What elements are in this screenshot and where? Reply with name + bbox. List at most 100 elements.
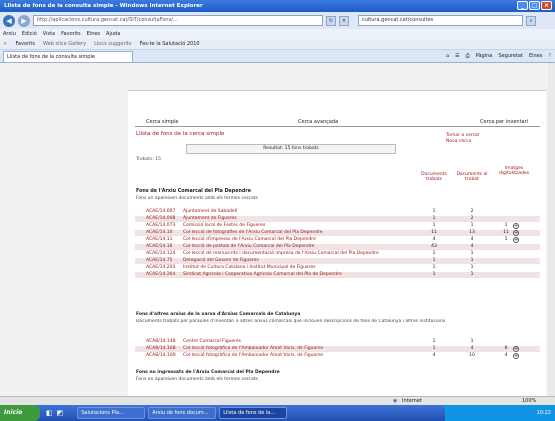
command-security[interactable]: Seguretat bbox=[498, 53, 523, 59]
documents-count: 4 bbox=[432, 353, 436, 358]
favorites-bar: ★ Favorits Web slice Gallery Llocs sugge… bbox=[0, 39, 555, 50]
fons-name-link[interactable]: Col·lecció fotogràfica de l'Ambaixador A… bbox=[183, 353, 323, 358]
search-input[interactable]: cultura.gencat.cat/consultes bbox=[358, 15, 523, 26]
documents-count: 43 bbox=[431, 244, 437, 249]
nav-advanced-search[interactable]: Cerca avançada bbox=[298, 119, 338, 125]
nav-simple-search[interactable]: Cerca simple bbox=[146, 119, 178, 125]
taskbar-item[interactable]: Llista de fons de la... bbox=[219, 407, 288, 419]
fons-code-link[interactable]: ACAE/14.008 bbox=[146, 216, 175, 221]
expand-icon[interactable]: + bbox=[513, 353, 519, 359]
page-heading: Llista de fons de la cerca simple bbox=[136, 131, 225, 137]
found-count: 1 bbox=[470, 339, 474, 344]
new-search-link[interactable]: Tornar a cercar bbox=[446, 133, 480, 138]
fons-name-link[interactable]: Sindicat Agrícola i Cooperativa Agrícola… bbox=[183, 272, 342, 277]
fons-code-link[interactable]: ACAB/14.168 bbox=[146, 346, 176, 351]
menu-help[interactable]: Ajuda bbox=[106, 31, 120, 37]
fons-code-link[interactable]: ACAE/14.10 bbox=[146, 230, 172, 235]
fons-name-link[interactable]: Comissió local de Festes de Figueres bbox=[183, 223, 265, 228]
forward-button[interactable]: ▶ bbox=[18, 14, 30, 27]
fons-name-link[interactable]: Ajuntament de Figueres bbox=[183, 216, 237, 221]
favorites-button[interactable]: Favorits bbox=[15, 41, 35, 47]
minimize-button[interactable]: _ bbox=[517, 1, 528, 10]
address-input[interactable]: http://aplicacions.cultura.gencat.cat/SI… bbox=[33, 15, 323, 26]
start-button[interactable]: Inicio bbox=[0, 405, 40, 421]
taskbar-item[interactable]: Salutacions Pla... bbox=[77, 407, 146, 419]
menu-file[interactable]: Arxiu bbox=[3, 31, 16, 37]
documents-count: 1 bbox=[432, 272, 436, 277]
fons-code-link[interactable]: ACAE/14.007 bbox=[146, 209, 175, 214]
maximize-button[interactable]: □ bbox=[529, 1, 540, 10]
fons-code-link[interactable]: ACAE/14.16 bbox=[146, 244, 172, 249]
expand-icon[interactable]: + bbox=[513, 237, 519, 243]
col-head-found: Documents al trobat bbox=[456, 172, 488, 182]
refresh-button[interactable]: ↻ bbox=[326, 15, 336, 26]
fons-code-link[interactable]: ACAE/14.203 bbox=[146, 265, 175, 270]
expand-icon[interactable]: + bbox=[513, 230, 519, 236]
home-icon[interactable]: ⌂ bbox=[446, 53, 449, 59]
window-titlebar: Llista de fons de la consulta simple - W… bbox=[0, 0, 555, 12]
fons-name-link[interactable]: Col·lecció de postals de l'Arxiu Comarca… bbox=[183, 244, 314, 249]
command-page[interactable]: Pàgina bbox=[476, 53, 493, 59]
quicklaunch-icon[interactable]: ◧ bbox=[46, 409, 53, 417]
section3-title: Fons no ingressats de l'Arxiu Comarcal d… bbox=[136, 370, 280, 375]
found-count: 2 bbox=[470, 209, 474, 214]
fons-code-link[interactable]: ACAE/14.264 bbox=[146, 272, 175, 277]
fons-name-link[interactable]: Col·lecció fotogràfica de l'Ambaixador A… bbox=[183, 346, 323, 351]
search-icon[interactable]: ⌕ bbox=[526, 15, 536, 26]
tab-active[interactable]: Llista de fons de la consulta simple bbox=[3, 50, 133, 62]
fons-code-link[interactable]: ACAE/14.11 bbox=[146, 237, 172, 242]
taskbar: Inicio ◧ ◩ Salutacions Pla... Arxiu de f… bbox=[0, 405, 555, 421]
expand-icon[interactable]: + bbox=[513, 223, 519, 229]
fons-name-link[interactable]: Col·lecció de fotografies de l'Arxiu Com… bbox=[183, 230, 323, 235]
menu-edit[interactable]: Edició bbox=[22, 31, 37, 37]
documents-count: 1 bbox=[432, 209, 436, 214]
results-box: Resultat: 15 fons trobats bbox=[186, 144, 396, 154]
status-bar: ◉ Internet 100% bbox=[0, 396, 555, 405]
fons-code-link[interactable]: ACAB/14.148 bbox=[146, 339, 176, 344]
section1-title: Fons de l'Arxiu Comarcal del Pla Dependr… bbox=[136, 189, 251, 194]
help-icon[interactable]: ? bbox=[548, 53, 551, 59]
taskbar-item[interactable]: Arxiu de fons docum... bbox=[148, 407, 217, 419]
new-query-link[interactable]: Nova cerca bbox=[446, 139, 471, 144]
expand-icon[interactable]: + bbox=[513, 346, 519, 352]
found-count: 1 bbox=[470, 265, 474, 270]
documents-count: 1 bbox=[432, 223, 436, 228]
found-count: 1 bbox=[470, 251, 474, 256]
images-count: 4 bbox=[504, 353, 508, 358]
menu-tools[interactable]: Eines bbox=[87, 31, 100, 37]
favorite-item[interactable]: Web slice Gallery bbox=[43, 41, 86, 47]
status-zone: Internet bbox=[402, 398, 422, 404]
documents-count: 1 bbox=[432, 265, 436, 270]
close-button[interactable]: × bbox=[541, 1, 552, 10]
found-count: 13 bbox=[469, 230, 475, 235]
feeds-icon[interactable]: ☰ bbox=[455, 53, 459, 59]
found-count: 4 bbox=[470, 244, 474, 249]
images-count: 11 bbox=[503, 230, 509, 235]
fons-name-link[interactable]: Col·lecció de menuscrits i documentació … bbox=[183, 251, 379, 256]
nav-inventory-search[interactable]: Cerca per inventari bbox=[480, 119, 528, 125]
command-tools[interactable]: Eines bbox=[529, 53, 542, 59]
fons-name-link[interactable]: Delegació del Govern de Figueres bbox=[183, 258, 259, 263]
section2-subtitle: Documents trobats per paraules d'inventa… bbox=[136, 319, 446, 324]
images-count: 1 bbox=[504, 223, 508, 228]
menu-favorites[interactable]: Favorits bbox=[61, 31, 81, 37]
print-icon[interactable]: ⎙ bbox=[466, 53, 470, 59]
found-count: 1 bbox=[470, 272, 474, 277]
favorite-item[interactable]: Fes-te la Salutació 2010 bbox=[140, 41, 200, 47]
back-button[interactable]: ◀ bbox=[3, 14, 15, 27]
favorite-item[interactable]: Llocs suggerits bbox=[94, 41, 131, 47]
section3-subtitle: Fons on apareixen documents amb els term… bbox=[136, 377, 258, 382]
fons-name-link[interactable]: Centre Comarcal Figueres bbox=[183, 339, 241, 344]
fons-name-link[interactable]: Col·lecció d'impresos de l'Arxiu Comarca… bbox=[183, 237, 316, 242]
menu-view[interactable]: Vista bbox=[43, 31, 55, 37]
menu-bar: Arxiu Edició Vista Favorits Eines Ajuda bbox=[0, 29, 555, 39]
fons-name-link[interactable]: Ajuntament de Sabadell bbox=[183, 209, 237, 214]
zoom-level[interactable]: 100% bbox=[522, 398, 536, 404]
fons-code-link[interactable]: ACAE/14.124 bbox=[146, 251, 175, 256]
fons-name-link[interactable]: Institut de Cultura Catalana i Institut … bbox=[183, 265, 316, 270]
quicklaunch-icon[interactable]: ◩ bbox=[57, 409, 64, 417]
fons-code-link[interactable]: ACAB/14.169 bbox=[146, 353, 176, 358]
fons-code-link[interactable]: ACAE/14.75 bbox=[146, 258, 172, 263]
stop-button[interactable]: × bbox=[339, 15, 349, 26]
fons-code-link[interactable]: ACAE/14.073 bbox=[146, 223, 175, 228]
